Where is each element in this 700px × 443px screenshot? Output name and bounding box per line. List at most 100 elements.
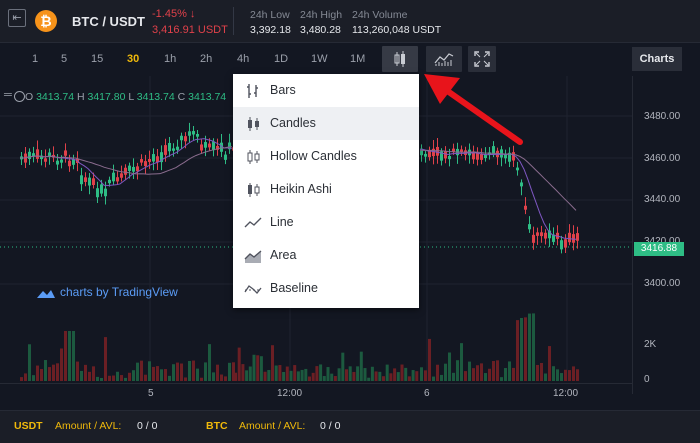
volume-bar (112, 375, 115, 381)
candle-body (212, 141, 215, 151)
menu-item-line[interactable]: Line (233, 206, 419, 239)
pair-name[interactable]: BTC / USDT (72, 14, 145, 29)
indicators-button[interactable] (426, 46, 462, 72)
candle-body (68, 160, 71, 167)
candle-body (200, 144, 203, 151)
menu-item-candles[interactable]: Candles (233, 107, 419, 140)
candle-body (528, 224, 531, 230)
volume-bar (237, 347, 241, 381)
candle-body (112, 172, 115, 182)
menu-item-baseline[interactable]: Baseline (233, 272, 419, 305)
interval-1m[interactable]: 1M (350, 53, 365, 65)
volume-bar (248, 366, 252, 381)
volume-bar (282, 371, 286, 381)
volume-bar (263, 371, 267, 381)
volume-bar (64, 331, 67, 381)
volume-bar (568, 370, 571, 381)
candle-body (424, 153, 427, 157)
menu-item-label: Baseline (270, 281, 318, 295)
interval-1h[interactable]: 1h (164, 53, 176, 65)
menu-item-label: Bars (270, 83, 296, 97)
volume-bar (40, 369, 43, 381)
tradingview-watermark[interactable]: charts by TradingView (34, 285, 178, 299)
footer-left-label: Amount / AVL: (55, 420, 122, 432)
candle-body (448, 156, 451, 160)
volume-bar (508, 361, 511, 381)
volume-bar (516, 320, 519, 381)
volume-bar (378, 371, 382, 381)
candle-body (540, 232, 543, 237)
volume-tick: 0 (644, 374, 650, 385)
candle-body (140, 159, 143, 163)
collapse-left-icon[interactable]: ⇤ (8, 9, 26, 27)
menu-item-bars[interactable]: Bars (233, 74, 419, 107)
stat-volume-value: 113,260,048 USDT (352, 24, 442, 36)
candle-body (536, 232, 539, 236)
legend-o-label: O (25, 91, 34, 103)
candle-body (180, 135, 183, 141)
menu-item-heikin-ashi[interactable]: Heikin Ashi (233, 173, 419, 206)
volume-bar (389, 373, 393, 381)
price-tick: 3440.00 (644, 194, 681, 205)
chart-type-button[interactable] (382, 46, 418, 72)
interval-1w[interactable]: 1W (311, 53, 328, 65)
candle-body (224, 154, 227, 160)
candle-body (560, 240, 563, 250)
candle-body (128, 165, 131, 171)
interval-1[interactable]: 1 (32, 53, 38, 65)
candle-body (148, 159, 151, 162)
candle-body (152, 154, 155, 162)
candle-body (564, 239, 567, 248)
volume-bar (241, 364, 245, 381)
volume-bar (148, 361, 151, 381)
volume-bar (460, 343, 463, 381)
legend-h-value: 3417.80 (87, 91, 126, 103)
tradingview-cloud-icon (37, 289, 55, 298)
legend-c-label: C (177, 91, 186, 103)
candle-body (44, 158, 47, 162)
interval-5[interactable]: 5 (61, 53, 67, 65)
volume-bar (512, 367, 515, 381)
volume-bar (140, 360, 143, 381)
legend-menu-icon[interactable]: ═ (4, 89, 12, 101)
volume-tick: 2K (644, 339, 657, 350)
volume-bar (220, 374, 223, 381)
interval-1d[interactable]: 1D (274, 53, 288, 65)
menu-item-label: Area (270, 248, 297, 262)
legend-l-value: 3413.74 (136, 91, 175, 103)
volume-bar (333, 376, 337, 381)
legend-l-label: L (128, 91, 134, 103)
volume-bar (144, 374, 147, 381)
volume-bar (556, 369, 559, 381)
candle-body (172, 148, 175, 151)
volume-bar (56, 363, 59, 381)
candle-body (100, 184, 103, 194)
fullscreen-button[interactable] (468, 46, 496, 72)
menu-item-area[interactable]: Area (233, 239, 419, 272)
volume-bar (132, 370, 135, 381)
volume-bar (108, 375, 111, 381)
candle-body (108, 179, 111, 184)
charts-button[interactable]: Charts (632, 47, 682, 71)
candle-body (176, 146, 179, 150)
price-tick: 3400.00 (644, 278, 681, 289)
volume-bar (104, 337, 107, 381)
volume-bar (304, 368, 308, 381)
candle-body (144, 161, 147, 167)
candle-body (520, 182, 523, 187)
volume-bar (164, 369, 167, 381)
interval-4h[interactable]: 4h (237, 53, 249, 65)
candle-body (168, 142, 171, 152)
interval-15[interactable]: 15 (91, 53, 103, 65)
footer-right-value: 0 / 0 (320, 420, 341, 432)
volume-bar (293, 365, 297, 381)
menu-item-hollow-candles[interactable]: Hollow Candles (233, 140, 419, 173)
legend-toggle-icon[interactable] (14, 91, 25, 102)
volume-bar (548, 346, 551, 381)
interval-30[interactable]: 30 (127, 53, 139, 65)
interval-2h[interactable]: 2h (200, 53, 212, 65)
baseline-icon (244, 285, 262, 294)
time-tick: 6 (424, 388, 430, 399)
menu-item-label: Candles (270, 116, 316, 130)
candles-icon (394, 51, 405, 67)
